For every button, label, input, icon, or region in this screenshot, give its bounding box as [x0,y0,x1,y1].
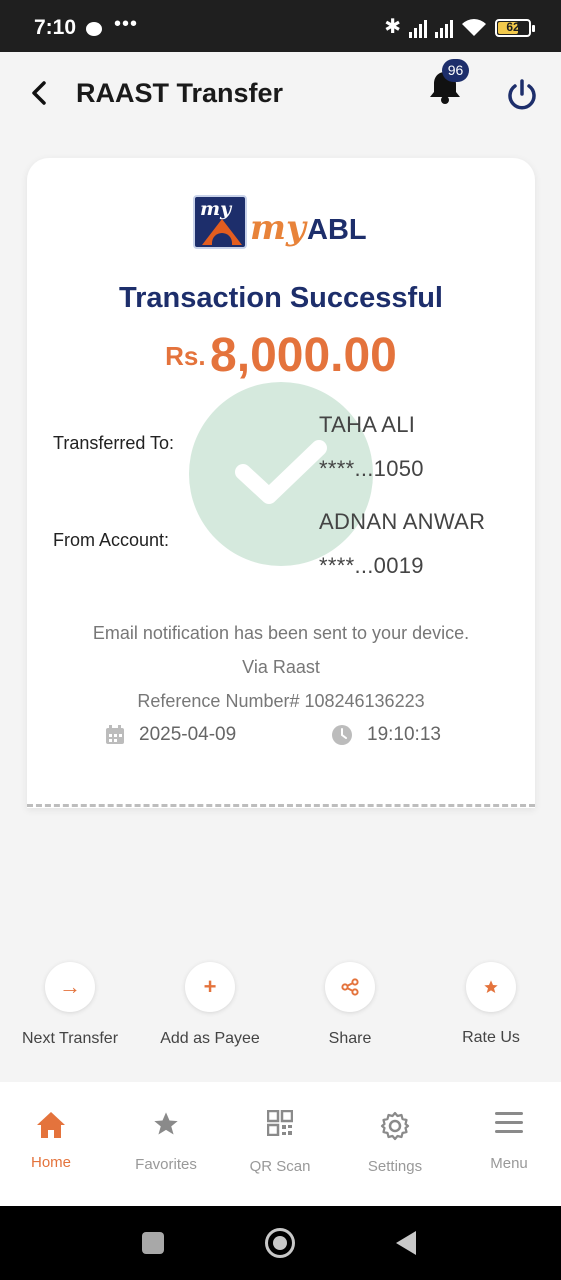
power-icon[interactable] [505,78,539,112]
home-icon [37,1112,65,1138]
clock-icon [332,725,352,745]
myabl-logo: my my ABL [193,195,371,253]
chat-notification-icon [86,22,102,36]
arrow-right-icon: → [45,962,95,1012]
gear-icon [380,1111,410,1141]
menu-icon [495,1112,523,1133]
wifi-icon [462,19,486,36]
transaction-date: 2025-04-09 [105,724,236,746]
currency-label: Rs. [165,341,206,371]
page-title: RAAST Transfer [76,78,284,108]
share-button[interactable]: Share [285,962,415,1048]
recipient-account: ****...1050 [319,456,424,481]
sender-account: ****...0019 [319,553,424,578]
recipient-name: TAHA ALI [319,412,416,437]
nav-home[interactable]: Home [0,1082,107,1206]
amount-value: 8,000.00 [210,329,397,382]
home-system-button[interactable] [265,1228,295,1258]
add-as-payee-button[interactable]: + Add as Payee [145,962,275,1048]
nav-settings[interactable]: Settings [339,1082,451,1206]
rate-us-button[interactable]: Rate Us [426,962,556,1047]
bluetooth-icon: ✱ [384,16,401,38]
chevron-left-icon [32,81,46,105]
star-icon [466,962,516,1012]
transaction-amount: Rs. 8,000.00 [27,328,535,383]
more-notifications-icon: ••• [114,13,139,35]
status-bar: 7:10 ••• ✱ 62 [0,0,561,52]
plus-icon: + [185,962,235,1012]
back-system-button[interactable] [396,1231,416,1255]
transaction-title: Transaction Successful [119,282,443,314]
signal-icon-1 [409,18,427,38]
nav-favorites[interactable]: Favorites [110,1082,222,1206]
bottom-navigation: Home Favorites QR Scan Settings Menu [0,1082,561,1206]
share-icon [325,962,375,1012]
transferred-to-label: Transferred To: [53,433,175,453]
status-time: 7:10 [34,16,77,39]
battery-icon: 62 [495,19,535,37]
nav-qr-scan[interactable]: QR Scan [224,1082,336,1206]
receipt-card: my my ABL Transaction Successful Rs. 8,0… [27,158,535,808]
from-account-label: From Account: [53,530,170,550]
notification-badge: 96 [442,59,469,82]
recents-button[interactable] [142,1232,164,1254]
via-raast-text: Via Raast [242,657,320,677]
signal-icon-2 [435,18,453,38]
qr-icon [267,1110,293,1136]
transaction-time: 19:10:13 [331,724,441,746]
receipt-perforated-edge [27,804,535,807]
reference-number: Reference Number# 108246136223 [137,691,425,711]
email-notification-text: Email notification has been sent to your… [92,623,470,643]
next-transfer-button[interactable]: → Next Transfer [5,962,135,1048]
sender-name: ADNAN ANWAR [319,509,486,534]
back-button[interactable] [22,76,56,110]
system-navigation-bar [0,1206,561,1280]
logo-mark: my [193,195,247,249]
star-icon [154,1112,178,1135]
nav-menu[interactable]: Menu [453,1082,561,1206]
calendar-icon [106,725,124,744]
